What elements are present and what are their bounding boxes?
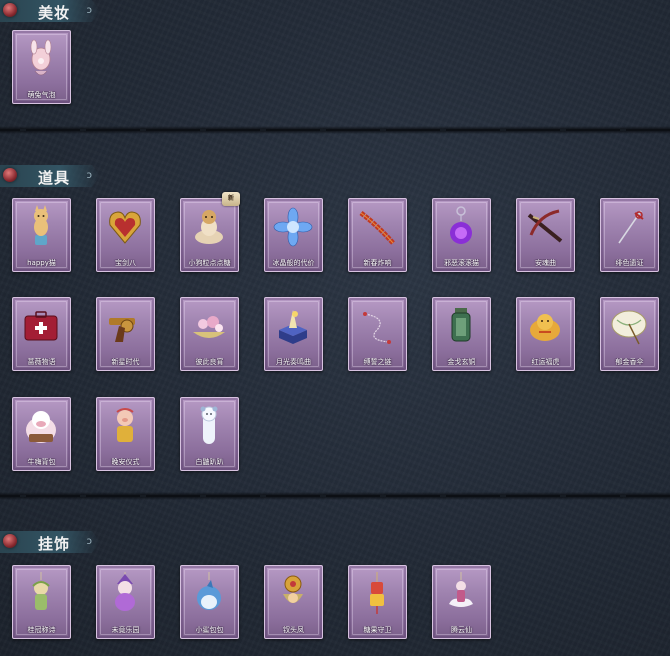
item-card[interactable]: 绯色遗证 <box>600 198 659 272</box>
item-label: 钗头凤 <box>283 626 304 634</box>
section-title: 挂饰 <box>38 535 71 553</box>
item-card[interactable]: 月光奏鸣曲 <box>264 297 323 371</box>
section-title: 道具 <box>38 169 71 187</box>
item-card[interactable]: 晚安仪式 <box>96 397 155 471</box>
item-label: 月光奏鸣曲 <box>276 358 311 366</box>
item-card[interactable]: 邪恶滚滚猫 <box>432 198 491 272</box>
shark-charm-icon <box>189 572 229 616</box>
section-header-makeup: 美妆 ↄ <box>0 0 100 22</box>
item-card[interactable]: happy猫 <box>12 198 71 272</box>
paper-umbrella-icon <box>609 304 649 348</box>
item-card[interactable]: 牛嗨背包 <box>12 397 71 471</box>
item-card[interactable]: 红运福虎 <box>516 297 575 371</box>
crossbow-icon <box>525 205 565 249</box>
item-label: 邪恶滚滚猫 <box>444 259 479 267</box>
revolver-icon <box>105 304 145 348</box>
section-title: 美妆 <box>38 4 71 22</box>
chain-icon <box>357 304 397 348</box>
music-box-icon <box>273 304 313 348</box>
flower-boat-icon <box>189 304 229 348</box>
item-label: 新春炸响 <box>363 259 392 267</box>
section-header-props: 道具 ↄ <box>0 165 100 187</box>
puppy-candy-icon <box>189 205 229 249</box>
item-card[interactable]: 腾云仙 <box>432 565 491 639</box>
item-card[interactable]: 缚誓之链 <box>348 297 407 371</box>
item-label: 郁金香伞 <box>615 358 644 366</box>
item-label: 红运福虎 <box>531 358 560 366</box>
item-label: 蔷薇物语 <box>27 358 56 366</box>
cow-backpack-icon <box>21 404 61 448</box>
phoenix-hairpin-charm-icon <box>273 572 313 616</box>
bunny-bubble-icon <box>21 37 61 81</box>
ornament-icon: ↄ <box>86 5 93 16</box>
item-label: 牛嗨背包 <box>27 458 56 466</box>
item-label: 小鲨包包 <box>195 626 224 634</box>
item-label: 宝剑八 <box>115 259 136 267</box>
item-card[interactable]: 新星时代 <box>96 297 155 371</box>
item-label: 晚安仪式 <box>111 458 140 466</box>
item-card[interactable]: 新春炸响 <box>348 198 407 272</box>
ornament-icon: ↄ <box>86 170 93 181</box>
item-label: 新星时代 <box>111 358 140 366</box>
ice-crystal-flower-icon <box>273 205 313 249</box>
green-lantern-icon <box>441 304 481 348</box>
clown-doll-charm-icon <box>105 572 145 616</box>
purple-orb-icon <box>441 205 481 249</box>
heart-locket-icon <box>105 205 145 249</box>
item-card[interactable]: 萌兔气泡 <box>12 30 71 104</box>
item-label: 彼此良宵 <box>195 358 224 366</box>
item-card[interactable]: 钗头凤 <box>264 565 323 639</box>
item-card[interactable]: 金戈玄铜 <box>432 297 491 371</box>
happy-cat-icon <box>21 205 61 249</box>
section-divider <box>0 126 670 134</box>
item-card[interactable]: 小鲨包包 <box>180 565 239 639</box>
rapier-icon <box>609 205 649 249</box>
item-label: 金戈玄铜 <box>447 358 476 366</box>
candy-guard-charm-icon <box>357 572 397 616</box>
item-label: happy猫 <box>27 259 56 267</box>
gem-icon <box>3 3 17 17</box>
item-label: 白鼬趴趴 <box>195 458 224 466</box>
laurel-doll-charm-icon <box>21 572 61 616</box>
item-label: 小狗粒点点糖 <box>188 259 231 267</box>
item-label: 腾云仙 <box>451 626 472 634</box>
item-card[interactable]: 郁金香伞 <box>600 297 659 371</box>
item-card[interactable]: 未竟乐园 <box>96 565 155 639</box>
item-card[interactable]: 白鼬趴趴 <box>180 397 239 471</box>
item-card[interactable]: 小狗粒点点糖 <box>180 198 239 272</box>
item-card[interactable]: 蔷薇物语 <box>12 297 71 371</box>
ferret-plush-icon <box>189 404 229 448</box>
first-aid-case-icon <box>21 304 61 348</box>
item-label: 安魂曲 <box>535 259 556 267</box>
item-card[interactable]: 桂冠称诗 <box>12 565 71 639</box>
item-label: 冰晶般的代价 <box>272 259 315 267</box>
ornament-icon: ↄ <box>86 536 93 547</box>
item-card[interactable]: 安魂曲 <box>516 198 575 272</box>
item-card[interactable]: 糖果守卫 <box>348 565 407 639</box>
firecracker-string-icon <box>357 205 397 249</box>
item-card[interactable]: 彼此良宵 <box>180 297 239 371</box>
item-label: 缚誓之链 <box>363 358 392 366</box>
cloud-fairy-charm-icon <box>441 572 481 616</box>
section-header-charms: 挂饰 ↄ <box>0 531 100 553</box>
item-label: 绯色遗证 <box>615 259 644 267</box>
pig-doll-icon <box>105 404 145 448</box>
item-label: 未竟乐园 <box>111 626 140 634</box>
item-card[interactable]: 冰晶般的代价 <box>264 198 323 272</box>
item-label: 萌兔气泡 <box>27 91 56 99</box>
section-divider <box>0 492 670 500</box>
golden-tiger-icon <box>525 304 565 348</box>
item-label: 糖果守卫 <box>363 626 392 634</box>
item-label: 桂冠称诗 <box>27 626 56 634</box>
gem-icon <box>3 168 17 182</box>
gem-icon <box>3 534 17 548</box>
new-badge: 新 <box>222 192 240 206</box>
item-card[interactable]: 宝剑八 <box>96 198 155 272</box>
